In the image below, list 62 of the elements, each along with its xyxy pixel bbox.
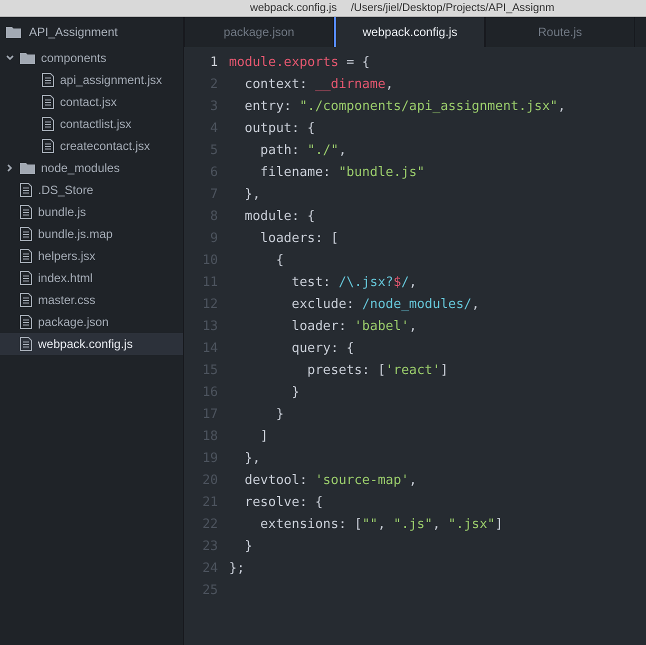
code-line: path: "./", xyxy=(259,142,346,158)
file-icon xyxy=(20,183,32,197)
file-icon xyxy=(42,139,54,153)
code-line: }, xyxy=(244,450,260,466)
code-line: exclude: /node_modules/, xyxy=(290,296,480,312)
window-title: webpack.config.js xyxy=(250,2,337,14)
file-icon xyxy=(42,117,54,131)
file-icon xyxy=(20,337,32,351)
tree-item[interactable]: webpack.config.js xyxy=(0,333,183,355)
code-line: output: { xyxy=(244,120,316,136)
tree-item[interactable]: api_assignment.jsx xyxy=(0,69,183,91)
folder-icon xyxy=(20,52,35,64)
chevron-right-icon[interactable] xyxy=(6,164,14,172)
file-icon xyxy=(20,205,32,219)
code-line: extensions: ["", ".js", ".jsx"] xyxy=(259,516,503,532)
code-line: module.exports = { xyxy=(229,54,370,70)
tree-item[interactable]: contact.jsx xyxy=(0,91,183,113)
tree-item[interactable]: node_modules xyxy=(0,157,183,179)
tab[interactable]: package.json xyxy=(184,17,334,47)
chevron-down-icon[interactable] xyxy=(6,54,14,62)
code-line: }; xyxy=(229,560,245,576)
file-icon xyxy=(42,73,54,87)
tree-item[interactable]: bundle.js xyxy=(0,201,183,223)
tree-item[interactable]: helpers.jsx xyxy=(0,245,183,267)
tab[interactable]: Route.js xyxy=(485,17,635,47)
line-number: 1 xyxy=(209,54,218,70)
code-line: } xyxy=(244,538,252,554)
tree-item[interactable]: master.css xyxy=(0,289,183,311)
file-icon xyxy=(20,271,32,285)
code-line: }, xyxy=(244,186,260,202)
tab[interactable]: webpack.config.js xyxy=(334,17,485,47)
code-line: query: { xyxy=(290,340,354,356)
project-root[interactable]: API_Assignment xyxy=(29,25,118,39)
tree-item[interactable]: .DS_Store xyxy=(0,179,183,201)
folder-icon xyxy=(20,162,35,174)
code-line: loaders: [ xyxy=(259,230,339,246)
code-line: entry: "./components/api_assignment.jsx", xyxy=(244,98,566,114)
tree-item[interactable]: index.html xyxy=(0,267,183,289)
tree-item[interactable]: components xyxy=(0,47,183,69)
file-icon xyxy=(20,293,32,307)
code-line: { xyxy=(274,252,284,268)
code-line: ] xyxy=(259,428,268,444)
code-line: test: /\.jsx?$/, xyxy=(290,274,417,290)
code-line: resolve: { xyxy=(244,494,323,510)
file-icon xyxy=(42,95,54,109)
code-line: presets: ['react'] xyxy=(306,362,448,378)
tree-item[interactable]: bundle.js.map xyxy=(0,223,183,245)
folder-icon xyxy=(6,26,21,38)
code-line: filename: "bundle.js" xyxy=(259,164,425,180)
code-line: devtool: 'source-map', xyxy=(244,472,417,488)
code-line: context: __dirname, xyxy=(244,76,394,92)
file-icon xyxy=(20,315,32,329)
tree-item[interactable]: createcontact.jsx xyxy=(0,135,183,157)
code-line: module: { xyxy=(244,208,316,224)
code-line: } xyxy=(290,384,300,400)
code-line: } xyxy=(274,406,284,422)
tree-item[interactable]: contactlist.jsx xyxy=(0,113,183,135)
file-icon xyxy=(20,249,32,263)
code-line: loader: 'babel', xyxy=(290,318,417,334)
file-icon xyxy=(20,227,32,241)
tree-item[interactable]: package.json xyxy=(0,311,183,333)
window-path: /Users/jiel/Desktop/Projects/API_Assignm xyxy=(350,2,554,14)
